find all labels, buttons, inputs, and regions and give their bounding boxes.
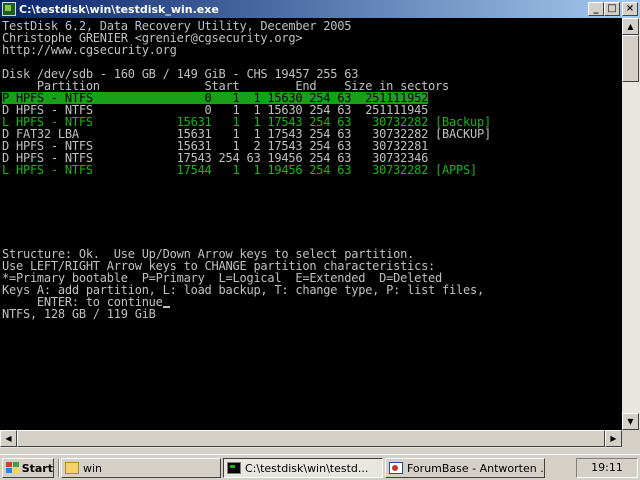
browser-icon (389, 462, 403, 474)
window-title: C:\testdisk\win\testdisk_win.exe (19, 2, 219, 16)
scrollbar-corner (622, 430, 640, 448)
scroll-up-icon[interactable]: ▲ (622, 18, 639, 35)
task-testdisk-console[interactable]: C:\testdisk\win\testd... (223, 458, 383, 478)
maximize-button[interactable]: □ (604, 2, 620, 16)
start-button[interactable]: Start (2, 458, 54, 478)
minimize-button[interactable]: _ (588, 2, 604, 16)
scroll-left-icon[interactable]: ◀ (0, 430, 17, 447)
task-label: ForumBase - Antworten ... (407, 461, 545, 475)
task-win-folder[interactable]: win (61, 458, 221, 478)
windows-logo-icon (6, 462, 19, 474)
system-tray-clock[interactable]: 19:11 (576, 458, 638, 478)
console-output[interactable]: TestDisk 6.2, Data Recovery Utility, Dec… (0, 18, 622, 430)
text-cursor (162, 306, 170, 308)
task-forumbase-browser[interactable]: ForumBase - Antworten ... (385, 458, 545, 478)
console-line-text: NTFS, 128 GB / 119 GiB (2, 307, 156, 321)
close-button[interactable]: × (622, 2, 638, 16)
task-label: C:\testdisk\win\testd... (245, 461, 369, 475)
folder-icon (65, 462, 79, 474)
vertical-scroll-thumb[interactable] (622, 35, 639, 82)
console-icon (227, 462, 241, 474)
window-controls: _ □ × (588, 2, 638, 16)
taskbar: Start win C:\testdisk\win\testd... Forum… (0, 454, 640, 480)
task-label: win (83, 461, 103, 475)
vertical-scrollbar[interactable]: ▲ ▼ (622, 18, 640, 430)
scroll-down-icon[interactable]: ▼ (622, 413, 639, 430)
console-window: C:\testdisk\win\testdisk_win.exe _ □ × T… (0, 0, 640, 454)
start-label: Start (21, 461, 53, 475)
horizontal-scroll-thumb[interactable] (17, 430, 605, 447)
title-bar[interactable]: C:\testdisk\win\testdisk_win.exe _ □ × (0, 0, 640, 18)
console-line: http://www.cgsecurity.org (2, 44, 177, 56)
console-line-text: http://www.cgsecurity.org (2, 43, 177, 57)
console-line: NTFS, 128 GB / 119 GiB (2, 308, 156, 320)
scroll-right-icon[interactable]: ▶ (605, 430, 622, 447)
console-line-text: L HPFS - NTFS 17544 1 1 19456 254 63 307… (2, 163, 477, 177)
taskbar-separator (58, 459, 60, 477)
console-app-icon[interactable] (2, 2, 16, 16)
partition-row[interactable]: L HPFS - NTFS 17544 1 1 19456 254 63 307… (2, 164, 477, 176)
horizontal-scrollbar[interactable]: ◀ ▶ (0, 430, 622, 448)
